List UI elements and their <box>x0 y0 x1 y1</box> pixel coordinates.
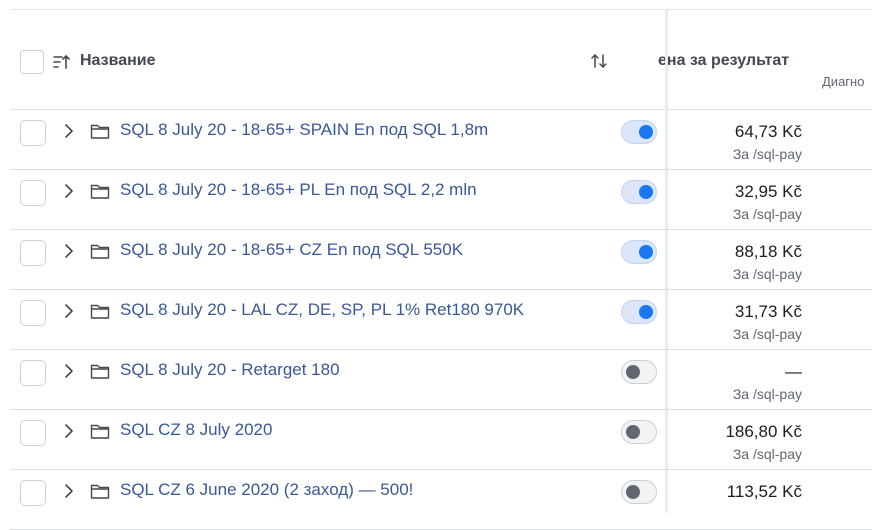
column-header-diagnostics[interactable]: Диагно <box>822 74 864 89</box>
cost-per-result-value: 113,52 Kč <box>726 482 802 501</box>
status-toggle[interactable] <box>621 240 657 264</box>
status-toggle[interactable] <box>621 420 657 444</box>
row-checkbox[interactable] <box>20 480 46 506</box>
toggle-knob <box>639 125 653 139</box>
table-header: Название ена за результат Диагно <box>10 10 872 110</box>
chevron-right-icon[interactable] <box>63 483 75 499</box>
table-row[interactable]: SQL 8 July 20 - 18-65+ CZ En под SQL 550… <box>10 230 872 290</box>
status-toggle[interactable] <box>621 480 657 504</box>
table-row[interactable]: SQL 8 July 20 - Retarget 180 — За /sql-pay <box>10 350 872 410</box>
toggle-knob <box>626 485 640 499</box>
column-header-name[interactable]: Название <box>80 52 156 70</box>
cost-per-result-subtitle: За /sql-pay <box>732 146 802 162</box>
campaign-name-link[interactable]: SQL 8 July 20 - LAL CZ, DE, SP, PL 1% Re… <box>120 300 524 320</box>
cost-per-result-subtitle: За /sql-pay <box>732 386 802 402</box>
toggle-knob <box>626 425 640 439</box>
chevron-right-icon[interactable] <box>63 183 75 199</box>
folder-icon <box>90 484 110 499</box>
row-checkbox[interactable] <box>20 240 46 266</box>
campaign-name-link[interactable]: SQL 8 July 20 - 18-65+ CZ En под SQL 550… <box>120 240 463 260</box>
toggle-knob <box>639 245 653 259</box>
campaign-name-link[interactable]: SQL 8 July 20 - 18-65+ PL En под SQL 2,2… <box>120 180 477 200</box>
cost-per-result-value: 88,18 Kč <box>734 242 802 261</box>
table-row[interactable]: SQL 8 July 20 - 18-65+ PL En под SQL 2,2… <box>10 170 872 230</box>
row-checkbox[interactable] <box>20 360 46 386</box>
folder-icon <box>90 244 110 259</box>
row-checkbox[interactable] <box>20 180 46 206</box>
sort-ascending-icon[interactable] <box>53 54 71 70</box>
folder-icon <box>90 364 110 379</box>
row-checkbox[interactable] <box>20 300 46 326</box>
chevron-right-icon[interactable] <box>63 303 75 319</box>
status-toggle[interactable] <box>621 120 657 144</box>
folder-icon <box>90 124 110 139</box>
cost-per-result-value: 32,95 Kč <box>734 182 802 201</box>
row-checkbox[interactable] <box>20 420 46 446</box>
folder-icon <box>90 184 110 199</box>
cost-per-result-value: 31,73 Kč <box>734 302 802 321</box>
chevron-right-icon[interactable] <box>63 123 75 139</box>
campaign-name-link[interactable]: SQL 8 July 20 - 18-65+ SPAIN En под SQL … <box>120 120 488 140</box>
cost-per-result-value: — <box>785 362 802 381</box>
cost-per-result-value: 64,73 Kč <box>734 122 802 141</box>
chevron-right-icon[interactable] <box>63 243 75 259</box>
campaign-name-link[interactable]: SQL CZ 8 July 2020 <box>120 420 272 440</box>
toggle-knob <box>626 365 640 379</box>
cost-per-result-subtitle: За /sql-pay <box>732 206 802 222</box>
folder-icon <box>90 304 110 319</box>
campaign-name-link[interactable]: SQL CZ 6 June 2020 (2 заход) — 500! <box>120 480 413 500</box>
table-row[interactable]: SQL 8 July 20 - LAL CZ, DE, SP, PL 1% Re… <box>10 290 872 350</box>
cost-per-result-subtitle: За /sql-pay <box>732 446 802 462</box>
folder-icon <box>90 424 110 439</box>
cost-per-result-subtitle: За /sql-pay <box>732 326 802 342</box>
column-header-cost-per-result[interactable]: ена за результат <box>658 52 789 70</box>
status-toggle[interactable] <box>621 300 657 324</box>
row-checkbox[interactable] <box>20 120 46 146</box>
select-all-checkbox[interactable] <box>20 50 44 74</box>
status-toggle[interactable] <box>621 180 657 204</box>
campaign-name-link[interactable]: SQL 8 July 20 - Retarget 180 <box>120 360 340 380</box>
toggle-knob <box>639 185 653 199</box>
sort-updown-icon[interactable] <box>590 52 608 70</box>
cost-per-result-subtitle: За /sql-pay <box>732 266 802 282</box>
table-row[interactable]: SQL 8 July 20 - 18-65+ SPAIN En под SQL … <box>10 110 872 170</box>
table-row[interactable]: SQL CZ 8 July 2020 186,80 Kč За /sql-pay <box>10 410 872 470</box>
toggle-knob <box>639 305 653 319</box>
table-row[interactable]: SQL CZ 6 June 2020 (2 заход) — 500! 113,5… <box>10 470 872 530</box>
cost-per-result-value: 186,80 Kč <box>725 422 802 441</box>
chevron-right-icon[interactable] <box>63 423 75 439</box>
chevron-right-icon[interactable] <box>63 363 75 379</box>
status-toggle[interactable] <box>621 360 657 384</box>
